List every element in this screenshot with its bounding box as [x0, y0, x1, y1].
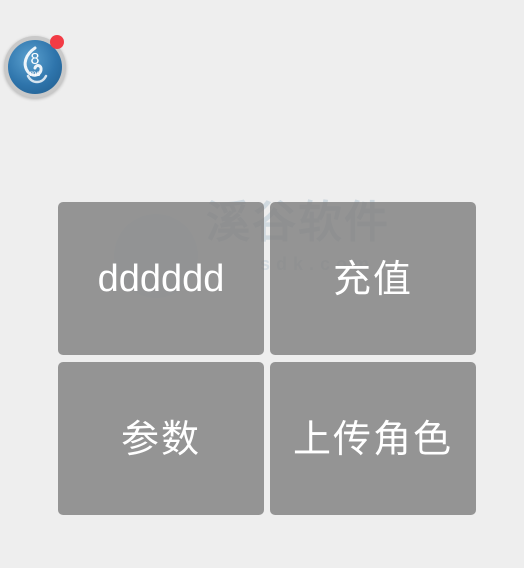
upload-role-button-label: 上传角色 [292, 416, 453, 461]
action-button-grid: dddddd 充值 参数 上传角色 [58, 202, 476, 515]
params-button-label: 参数 [120, 416, 201, 461]
dddddd-button-label: dddddd [97, 257, 225, 300]
params-button[interactable]: 参数 [58, 362, 264, 515]
dddddd-button[interactable]: dddddd [58, 202, 264, 355]
ping-value: 8 [30, 51, 40, 68]
ping-unit: ms [29, 69, 41, 78]
recharge-button-label: 充值 [332, 256, 413, 301]
upload-role-button[interactable]: 上传角色 [270, 362, 476, 515]
recharge-button[interactable]: 充值 [270, 202, 476, 355]
notification-dot [50, 35, 64, 49]
floating-ping-badge[interactable]: 8 ms [4, 35, 66, 98]
